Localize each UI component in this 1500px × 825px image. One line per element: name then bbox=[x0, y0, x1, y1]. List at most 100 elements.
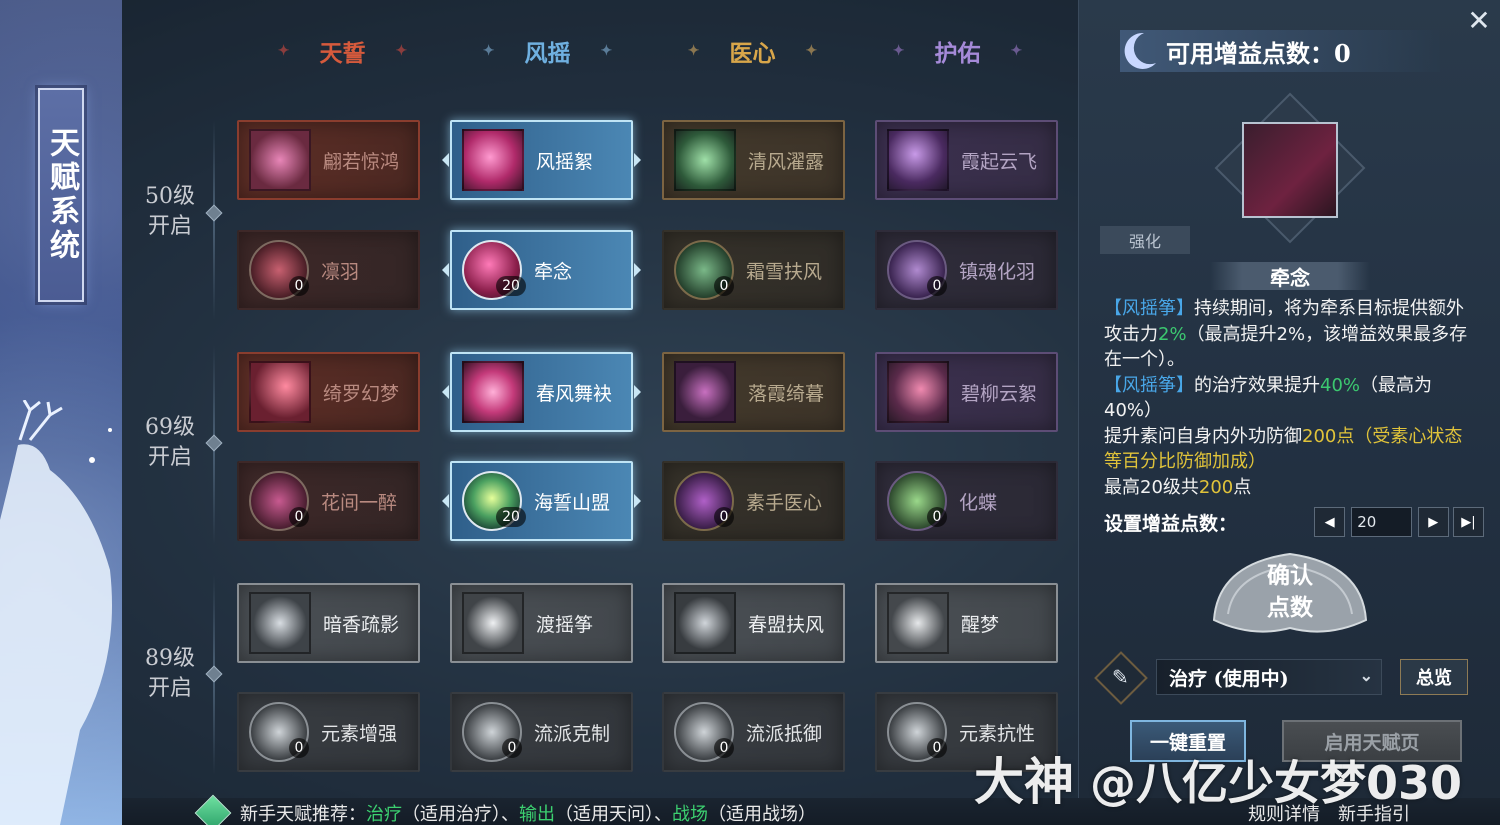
talent-card-qingfengzhuolu[interactable]: 清风濯露 bbox=[662, 120, 845, 200]
skill-description: 【风摇筝】持续期间，将为牵系目标提供额外攻击力2%（最高提升2%，该增益效果最多… bbox=[1104, 296, 1476, 500]
talent-name: 花间一醉 bbox=[321, 491, 398, 514]
watermark-brand: 大神 bbox=[974, 752, 1074, 811]
tip-link-dps[interactable]: 输出 bbox=[519, 800, 555, 825]
school-label: 护佑 bbox=[934, 40, 981, 67]
talent-card-zhenhunhuayu[interactable]: 0 镇魂化羽 bbox=[875, 230, 1058, 310]
tip-link-heal[interactable]: 治疗 bbox=[366, 800, 402, 825]
talent-card-xingmeng[interactable]: 醒梦 bbox=[875, 583, 1058, 663]
talent-card-huadie[interactable]: 0 化蝶 bbox=[875, 461, 1058, 541]
willow-skill-icon bbox=[887, 361, 949, 423]
school-tab-tianshi[interactable]: ✦ 天誓 ✦ bbox=[240, 30, 445, 72]
talent-name: 牵念 bbox=[534, 260, 573, 283]
talent-card-shuangxuefufeng[interactable]: 0 霜雪扶风 bbox=[662, 230, 845, 310]
watermark: 大神 @八亿少女梦030 bbox=[974, 742, 1462, 814]
level-label: 89级 bbox=[145, 646, 195, 671]
level-group-69: 69级 开启 bbox=[140, 413, 200, 473]
talent-system-title-text: 天赋系统 bbox=[44, 127, 79, 263]
school-tab-fengyao[interactable]: ✦ 风摇 ✦ bbox=[445, 30, 650, 72]
spirit-skill-icon: 0 bbox=[887, 240, 947, 300]
max-button[interactable]: ▶| bbox=[1452, 507, 1484, 537]
talent-card-chunmengfufeng[interactable]: 春盟扶风 bbox=[662, 583, 845, 663]
talent-name: 霞起云飞 bbox=[961, 150, 1038, 173]
increase-button[interactable]: ▶ bbox=[1417, 507, 1449, 537]
close-icon[interactable]: ✕ bbox=[1464, 6, 1494, 36]
school-label: 天誓 bbox=[319, 40, 366, 67]
sunset-skill-icon bbox=[674, 361, 736, 423]
zither-skill-icon bbox=[462, 592, 524, 654]
tip-text: （适用治疗）、 bbox=[402, 803, 519, 825]
healer-skill-icon: 0 bbox=[674, 471, 734, 531]
desc-value: 40% bbox=[1320, 374, 1361, 396]
talent-points: 0 bbox=[289, 738, 309, 758]
talent-points: 0 bbox=[502, 738, 522, 758]
talent-card-chunfengwumei[interactable]: 春风舞袂 bbox=[442, 352, 641, 432]
strengthen-tab[interactable]: 强化 bbox=[1100, 226, 1190, 254]
points-input[interactable]: 20 bbox=[1351, 507, 1412, 537]
talent-card-liupaikezhi[interactable]: 0 流派克制 bbox=[450, 692, 633, 772]
talent-card-haishishanmeng[interactable]: 20 海誓山盟 bbox=[442, 461, 641, 541]
talent-card-luoxiaqimu[interactable]: 落霞绮暮 bbox=[662, 352, 845, 432]
talent-card-linyu[interactable]: 0 凛羽 bbox=[237, 230, 420, 310]
talent-points: 0 bbox=[714, 738, 734, 758]
arrow-left-icon bbox=[442, 385, 449, 399]
talent-card-fengyaoxu[interactable]: 风摇絮 bbox=[442, 120, 641, 200]
cloud-skill-icon bbox=[887, 129, 949, 191]
confirm-points-label: 确认 点数 bbox=[1208, 560, 1372, 624]
talent-card-qiannian[interactable]: 20 牵念 bbox=[442, 230, 641, 310]
talent-card-pianruojinghong[interactable]: 翩若惊鸿 bbox=[237, 120, 420, 200]
tip-text: （适用天问）、 bbox=[555, 803, 672, 825]
talent-name: 海誓山盟 bbox=[534, 491, 611, 514]
talent-card-xiaqiyunfei[interactable]: 霞起云飞 bbox=[875, 120, 1058, 200]
selected-skill-icon bbox=[1242, 122, 1338, 218]
vortex-skill-icon bbox=[462, 361, 524, 423]
talent-card-liupaidiyu[interactable]: 0 流派抵御 bbox=[662, 692, 845, 772]
talent-scheme-row: ✎ 治疗 (使用中) ⌄ 总览 bbox=[1094, 651, 1478, 705]
talent-name: 素手医心 bbox=[746, 491, 823, 514]
talent-name: 绮罗幻梦 bbox=[323, 382, 400, 405]
talent-name: 碧柳云絮 bbox=[961, 382, 1038, 405]
desc-skill-ref: 【风摇筝】 bbox=[1104, 298, 1194, 319]
tip-link-battlefield[interactable]: 战场 bbox=[672, 800, 708, 825]
diamond-icon: ✦ bbox=[600, 43, 613, 59]
tip-text: （适用战场） bbox=[708, 803, 816, 825]
confirm-line-2: 点数 bbox=[1267, 594, 1313, 621]
desc-line-2: 【风摇筝】的治疗效果提升40%（最高为40%） bbox=[1104, 373, 1476, 424]
talent-points: 0 bbox=[289, 276, 309, 296]
talent-name: 清风濯露 bbox=[748, 150, 825, 173]
talent-points: 0 bbox=[927, 507, 947, 527]
desc-line-3: 提升素问自身内外功防御200点（受素心状态等百分比防御加成） bbox=[1104, 424, 1476, 475]
orb-skill-icon: 20 bbox=[462, 471, 526, 531]
talent-points: 20 bbox=[496, 276, 526, 296]
desc-line-1: 【风摇筝】持续期间，将为牵系目标提供额外攻击力2%（最高提升2%，该增益效果最多… bbox=[1104, 296, 1476, 373]
overview-button[interactable]: 总览 bbox=[1400, 659, 1468, 695]
school-defense-icon: 0 bbox=[674, 702, 734, 762]
school-tab-yixin[interactable]: ✦ 医心 ✦ bbox=[650, 30, 855, 72]
talent-card-sushouyixin[interactable]: 0 素手医心 bbox=[662, 461, 845, 541]
talent-points: 0 bbox=[927, 276, 947, 296]
butterfly-skill-icon: 0 bbox=[887, 471, 947, 531]
element-resist-icon: 0 bbox=[887, 702, 947, 762]
flower-skill-icon: 0 bbox=[249, 471, 309, 531]
dancer-skill-icon: 20 bbox=[462, 240, 526, 300]
decrease-button[interactable]: ◀ bbox=[1314, 507, 1346, 537]
talent-card-duyaozheng[interactable]: 渡摇筝 bbox=[450, 583, 633, 663]
talent-name: 镇魂化羽 bbox=[959, 260, 1036, 283]
talent-card-biliuyunxu[interactable]: 碧柳云絮 bbox=[875, 352, 1058, 432]
talent-name: 渡摇筝 bbox=[536, 613, 594, 636]
talent-card-yuansuzengqiang[interactable]: 0 元素增强 bbox=[237, 692, 420, 772]
talent-card-qiluohuanmeng[interactable]: 绮罗幻梦 bbox=[237, 352, 420, 432]
talent-card-anxiangshuying[interactable]: 暗香疏影 bbox=[237, 583, 420, 663]
talent-name: 元素增强 bbox=[321, 722, 398, 745]
desc-line-4: 最高20级共200点 bbox=[1104, 475, 1476, 501]
talent-name: 凛羽 bbox=[321, 260, 360, 283]
talent-name: 翩若惊鸿 bbox=[323, 150, 400, 173]
talent-card-huajianyizui[interactable]: 0 花间一醉 bbox=[237, 461, 420, 541]
desc-text: 的治疗效果提升 bbox=[1194, 374, 1320, 396]
school-tab-huyou[interactable]: ✦ 护佑 ✦ bbox=[855, 30, 1060, 72]
scheme-select[interactable]: 治疗 (使用中) ⌄ bbox=[1156, 659, 1382, 695]
desc-value: 200点 bbox=[1302, 425, 1355, 447]
arrow-left-icon bbox=[442, 153, 449, 167]
moon-icon bbox=[1124, 32, 1156, 69]
desc-text: 最高20级共 bbox=[1104, 476, 1199, 498]
talent-name: 流派克制 bbox=[534, 722, 611, 745]
